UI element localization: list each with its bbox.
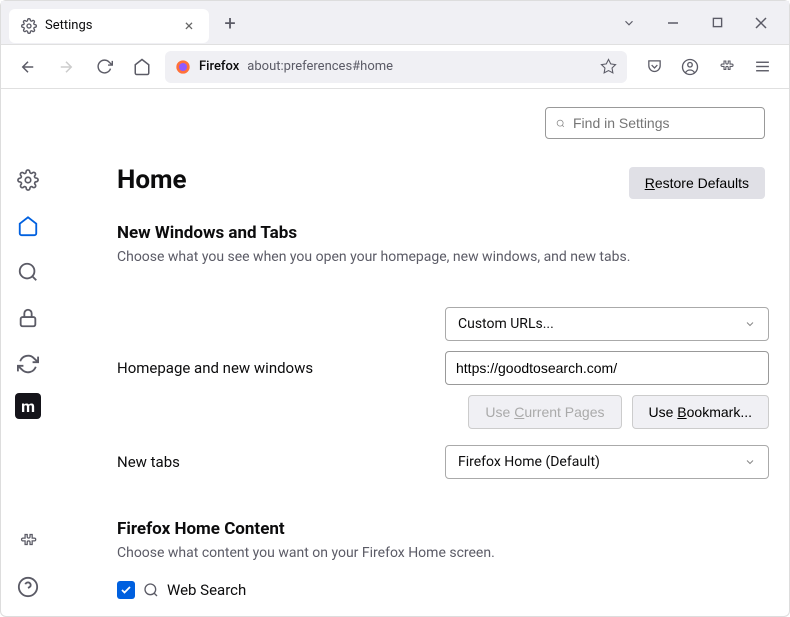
toolbar-right xyxy=(639,52,777,82)
search-icon xyxy=(556,116,565,131)
sidebar-item-home[interactable] xyxy=(11,209,45,243)
urlbar-label: Firefox xyxy=(199,59,239,74)
restore-defaults-button[interactable]: Restore Defaults xyxy=(629,167,765,199)
toolbar: Firefox about:preferences#home xyxy=(1,45,789,89)
main-panel: Home Restore Defaults New Windows and Ta… xyxy=(55,89,789,616)
tab-bar: Settings × + xyxy=(1,1,789,45)
home-icon[interactable] xyxy=(127,52,157,82)
settings-search[interactable] xyxy=(545,107,765,139)
bookmark-star-icon[interactable] xyxy=(600,58,617,75)
new-tab-button[interactable]: + xyxy=(215,8,245,38)
account-icon[interactable] xyxy=(675,52,705,82)
search-icon xyxy=(143,582,159,598)
url-bar[interactable]: Firefox about:preferences#home xyxy=(165,51,627,83)
urlbar-text: about:preferences#home xyxy=(247,59,592,74)
check-icon xyxy=(120,584,132,596)
extensions-icon[interactable] xyxy=(711,52,741,82)
homepage-url-input[interactable] xyxy=(445,351,769,385)
reload-button[interactable] xyxy=(89,52,119,82)
sidebar-item-extensions[interactable] xyxy=(11,524,45,558)
settings-search-input[interactable] xyxy=(573,115,754,131)
browser-tab-settings[interactable]: Settings × xyxy=(9,9,209,43)
window-controls xyxy=(617,11,781,35)
newtabs-select[interactable]: Firefox Home (Default) xyxy=(445,445,769,479)
section-heading-windows-tabs: New Windows and Tabs xyxy=(117,223,769,243)
tab-title: Settings xyxy=(45,18,171,33)
content-area: m Home Restore Defaults New Windows and … xyxy=(1,89,789,616)
chevron-down-icon xyxy=(744,456,756,468)
section-subtext-windows-tabs: Choose what you see when you open your h… xyxy=(117,249,769,265)
sidebar-item-help[interactable] xyxy=(11,570,45,604)
homepage-mode-value: Custom URLs... xyxy=(458,316,554,332)
homepage-label: Homepage and new windows xyxy=(117,359,427,377)
use-bookmark-button[interactable]: Use Bookmark... xyxy=(632,395,770,429)
sidebar-item-privacy[interactable] xyxy=(11,301,45,335)
close-icon[interactable]: × xyxy=(179,16,199,36)
use-current-pages-button[interactable]: Use Current Pages xyxy=(468,395,621,429)
close-window-icon[interactable] xyxy=(749,11,773,35)
back-button[interactable] xyxy=(13,52,43,82)
sidebar-item-general[interactable] xyxy=(11,163,45,197)
section-subtext-home-content: Choose what content you want on your Fir… xyxy=(117,545,769,561)
newtabs-value: Firefox Home (Default) xyxy=(458,454,600,470)
sidebar: m xyxy=(1,89,55,616)
menu-icon[interactable] xyxy=(747,52,777,82)
websearch-checkbox[interactable] xyxy=(117,581,135,599)
websearch-label: Web Search xyxy=(167,581,246,599)
minimize-icon[interactable] xyxy=(661,11,685,35)
firefox-icon xyxy=(175,59,191,75)
homepage-mode-select[interactable]: Custom URLs... xyxy=(445,307,769,341)
forward-button[interactable] xyxy=(51,52,81,82)
sidebar-item-search[interactable] xyxy=(11,255,45,289)
tabs-dropdown-icon[interactable] xyxy=(617,11,641,35)
maximize-icon[interactable] xyxy=(705,11,729,35)
section-heading-home-content: Firefox Home Content xyxy=(117,519,769,539)
gear-icon xyxy=(21,18,37,34)
newtabs-label: New tabs xyxy=(117,453,427,471)
sidebar-item-more[interactable]: m xyxy=(15,393,41,419)
chevron-down-icon xyxy=(744,318,756,330)
pocket-icon[interactable] xyxy=(639,52,669,82)
sidebar-item-sync[interactable] xyxy=(11,347,45,381)
